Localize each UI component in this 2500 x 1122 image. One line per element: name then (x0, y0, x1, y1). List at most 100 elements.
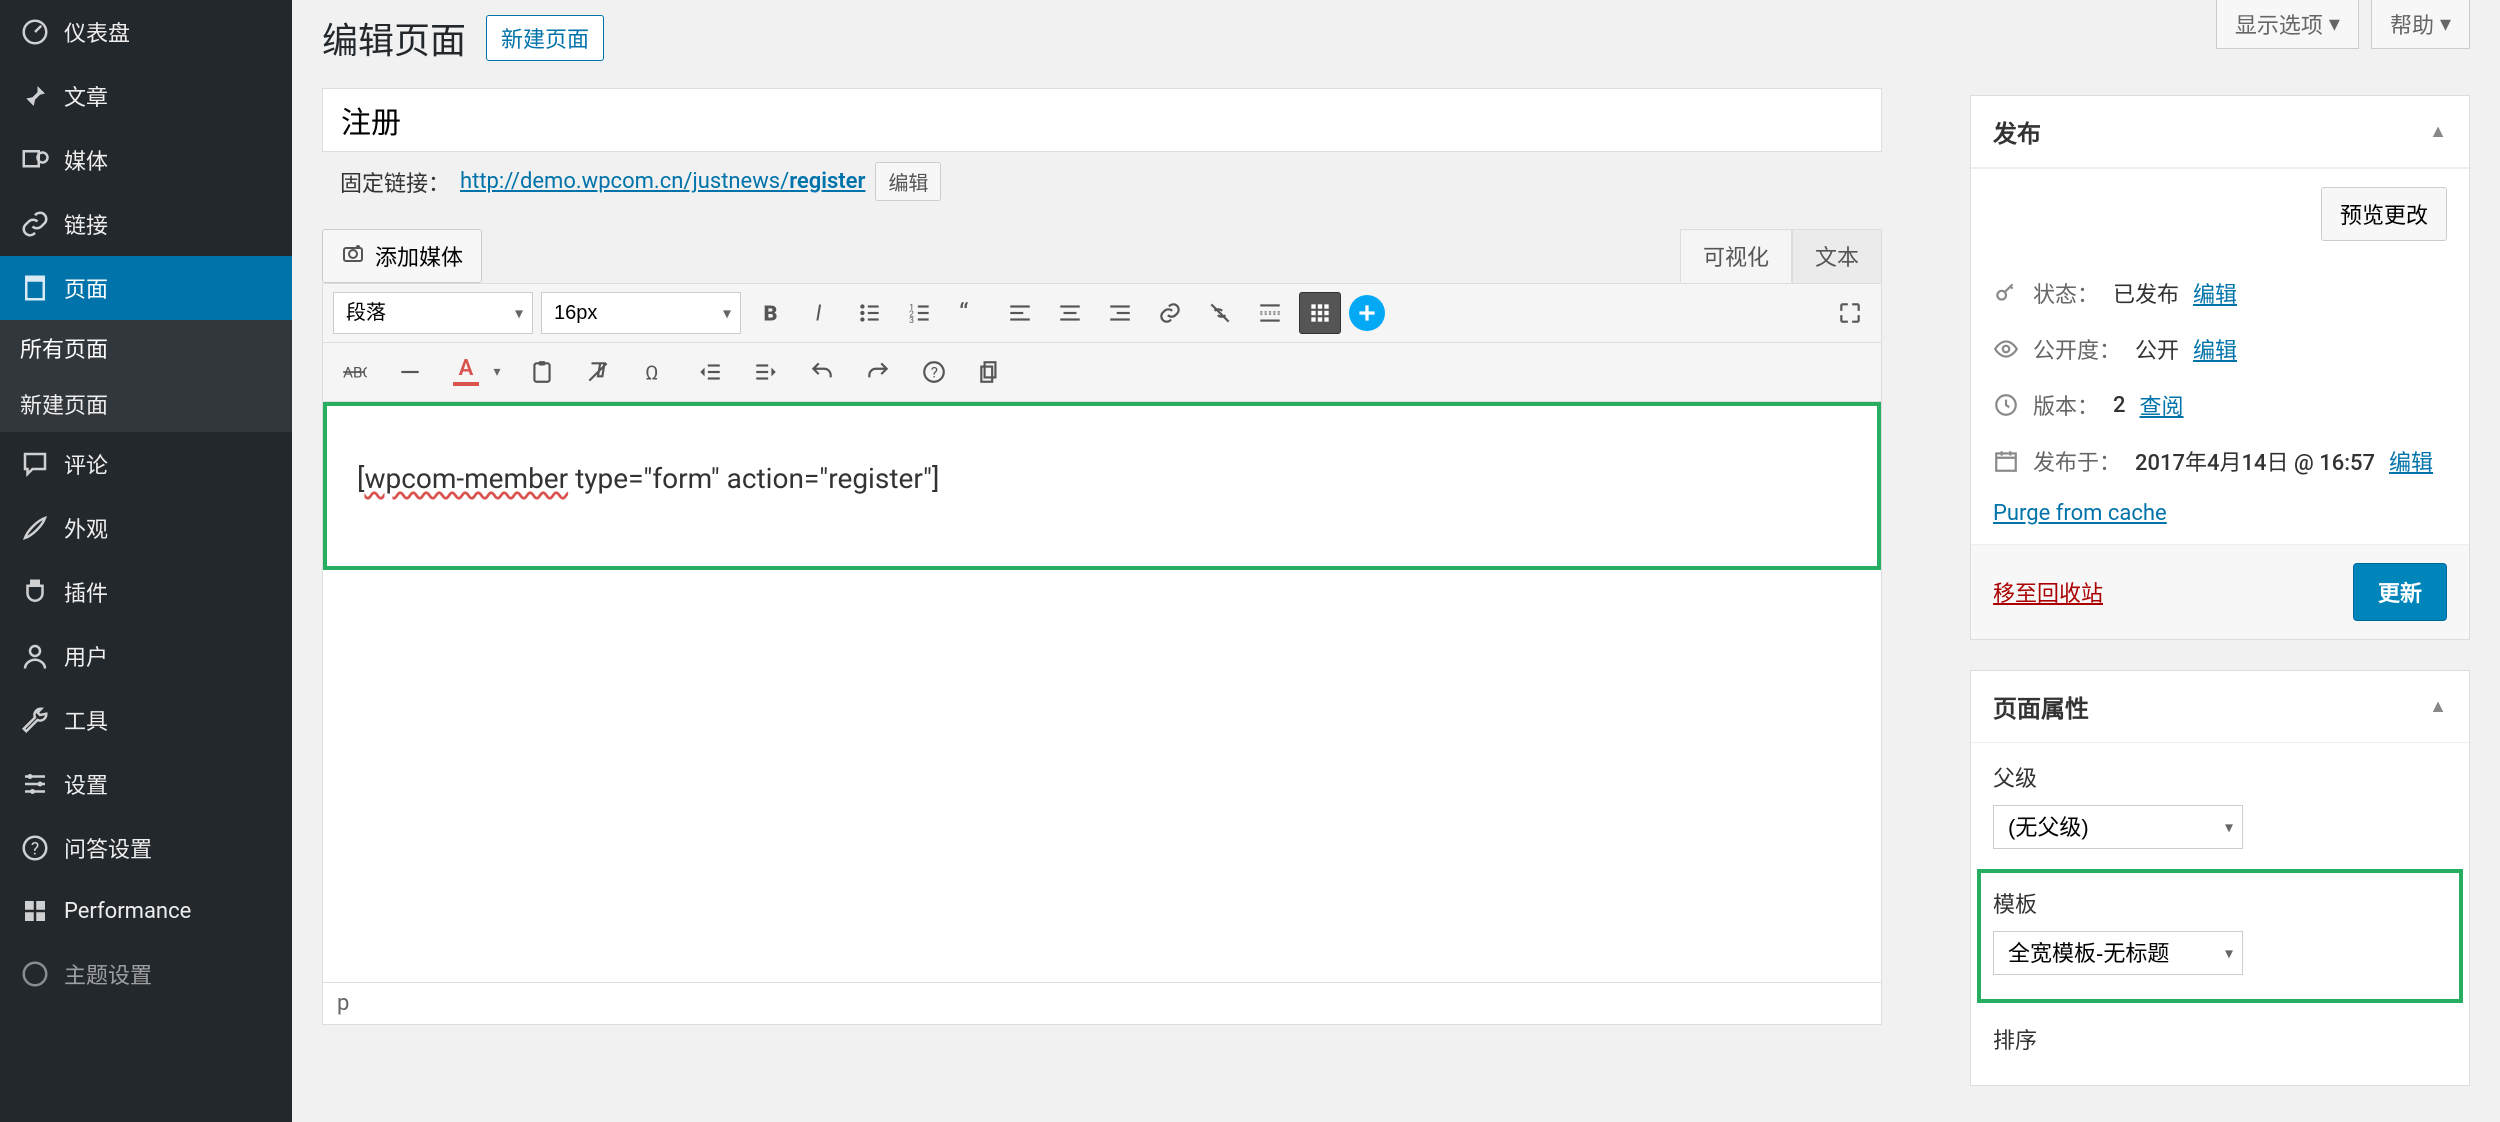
fontsize-select[interactable]: 16px (541, 292, 741, 334)
update-button[interactable]: 更新 (2353, 563, 2447, 621)
fullscreen-button[interactable] (1829, 292, 1871, 334)
bold-button[interactable]: B (749, 292, 791, 334)
attributes-title: 页面属性 (1993, 689, 2089, 724)
add-media-button[interactable]: 添加媒体 (322, 229, 482, 283)
calendar-icon (1993, 448, 2019, 474)
metabox-toggle[interactable]: ▲ (2429, 696, 2447, 717)
sidebar-item-posts[interactable]: 文章 (0, 64, 292, 128)
indent-button[interactable] (745, 351, 787, 393)
template-highlight: 模板 全宽模板-无标题 (1977, 869, 2463, 1003)
add-block-button[interactable] (1349, 295, 1385, 331)
comment-icon (20, 449, 50, 479)
admin-sidebar: 仪表盘 文章 媒体 链接 页面 所有页面 新建页面 评论 外观 (0, 0, 292, 1122)
sidebar-item-label: Performance (64, 899, 191, 924)
parent-select[interactable]: (无父级) (1993, 805, 2243, 849)
sidebar-subitem-new-page[interactable]: 新建页面 (0, 376, 292, 432)
svg-text:?: ? (931, 363, 938, 381)
permalink-link[interactable]: http://demo.wpcom.cn/justnews/register (460, 169, 865, 194)
undo-button[interactable] (801, 351, 843, 393)
sidebar-item-label: 链接 (64, 208, 108, 240)
copy-button[interactable] (969, 351, 1011, 393)
screen-options-button[interactable]: 显示选项 ▾ (2216, 0, 2359, 49)
toolbar-toggle-button[interactable] (1299, 292, 1341, 334)
text-color-button[interactable]: A ▾ (445, 351, 507, 393)
tab-visual[interactable]: 可视化 (1680, 229, 1792, 283)
sidebar-item-performance[interactable]: Performance (0, 880, 292, 942)
sidebar-item-label: 页面 (64, 272, 108, 304)
theme-icon (20, 959, 50, 989)
link-button[interactable] (1149, 292, 1191, 334)
template-select[interactable]: 全宽模板-无标题 (1993, 931, 2243, 975)
visibility-edit-link[interactable]: 编辑 (2193, 333, 2237, 365)
editor-toolbar-row2: ABC A ▾ Ω ? (323, 343, 1881, 402)
editor-statusbar: p (323, 982, 1881, 1024)
wrench-icon (20, 705, 50, 735)
sidebar-item-label: 媒体 (64, 144, 108, 176)
page-title: 编辑页面 (322, 12, 466, 64)
sidebar-item-links[interactable]: 链接 (0, 192, 292, 256)
help-button[interactable]: 帮助 ▾ (2371, 0, 2470, 49)
date-edit-link[interactable]: 编辑 (2389, 445, 2433, 477)
sidebar-item-media[interactable]: 媒体 (0, 128, 292, 192)
publish-metabox: 发布 ▲ 预览更改 状态： 已发布 编辑 公开度： (1970, 95, 2470, 640)
sliders-icon (20, 769, 50, 799)
sidebar-item-settings[interactable]: 设置 (0, 752, 292, 816)
template-label: 模板 (1993, 887, 2447, 919)
keyboard-help-button[interactable]: ? (913, 351, 955, 393)
status-edit-link[interactable]: 编辑 (2193, 277, 2237, 309)
sidebar-subitem-all-pages[interactable]: 所有页面 (0, 320, 292, 376)
strikethrough-button[interactable]: ABC (333, 351, 375, 393)
publish-title: 发布 (1993, 114, 2041, 149)
preview-button[interactable]: 预览更改 (2321, 187, 2447, 241)
numbered-list-button[interactable]: 123 (899, 292, 941, 334)
title-input[interactable] (322, 88, 1882, 152)
outdent-button[interactable] (689, 351, 731, 393)
sidebar-item-label: 文章 (64, 80, 108, 112)
permalink-edit-button[interactable]: 编辑 (875, 162, 941, 201)
sidebar-item-label: 主题设置 (64, 958, 152, 990)
editor-toolbar-row1: 段落 16px B I 123 “ (323, 284, 1881, 343)
redo-button[interactable] (857, 351, 899, 393)
align-center-button[interactable] (1049, 292, 1091, 334)
dashboard-icon (20, 17, 50, 47)
italic-button[interactable]: I (799, 292, 841, 334)
sidebar-item-plugins[interactable]: 插件 (0, 560, 292, 624)
read-more-button[interactable] (1249, 292, 1291, 334)
align-left-button[interactable] (999, 292, 1041, 334)
blockquote-button[interactable]: “ (949, 292, 991, 334)
paste-text-button[interactable] (521, 351, 563, 393)
svg-text:B: B (764, 302, 778, 326)
sidebar-item-dashboard[interactable]: 仪表盘 (0, 0, 292, 64)
brush-icon (20, 513, 50, 543)
align-right-button[interactable] (1099, 292, 1141, 334)
tab-text[interactable]: 文本 (1792, 229, 1882, 283)
content-highlight: [wpcom-member type="form" action="regist… (323, 402, 1881, 570)
special-char-button[interactable]: Ω (633, 351, 675, 393)
sidebar-item-theme-settings[interactable]: 主题设置 (0, 942, 292, 1006)
sidebar-item-appearance[interactable]: 外观 (0, 496, 292, 560)
hr-button[interactable] (389, 351, 431, 393)
unlink-button[interactable] (1199, 292, 1241, 334)
clear-formatting-button[interactable] (577, 351, 619, 393)
format-select[interactable]: 段落 (333, 292, 533, 334)
sidebar-item-tools[interactable]: 工具 (0, 688, 292, 752)
chevron-down-icon: ▾ (2329, 11, 2340, 37)
sidebar-item-qa-settings[interactable]: ? 问答设置 (0, 816, 292, 880)
sidebar-item-label: 插件 (64, 576, 108, 608)
trash-link[interactable]: 移至回收站 (1993, 576, 2103, 608)
main-content: 显示选项 ▾ 帮助 ▾ 编辑页面 新建页面 固定链接： http://demo.… (292, 0, 2500, 1122)
key-icon (1993, 280, 2019, 306)
sidebar-item-users[interactable]: 用户 (0, 624, 292, 688)
parent-label: 父级 (1993, 761, 2447, 793)
revision-browse-link[interactable]: 查阅 (2140, 389, 2184, 421)
sidebar-item-comments[interactable]: 评论 (0, 432, 292, 496)
svg-text:?: ? (31, 839, 39, 859)
sidebar-item-pages[interactable]: 页面 (0, 256, 292, 320)
bullet-list-button[interactable] (849, 292, 891, 334)
purge-cache-link[interactable]: Purge from cache (1993, 501, 2167, 526)
new-page-button[interactable]: 新建页面 (486, 15, 604, 61)
metabox-toggle[interactable]: ▲ (2429, 121, 2447, 142)
element-path[interactable]: p (337, 991, 349, 1016)
editor-content[interactable]: [wpcom-member type="form" action="regist… (323, 402, 1881, 982)
sidebar-item-label: 用户 (64, 640, 108, 672)
